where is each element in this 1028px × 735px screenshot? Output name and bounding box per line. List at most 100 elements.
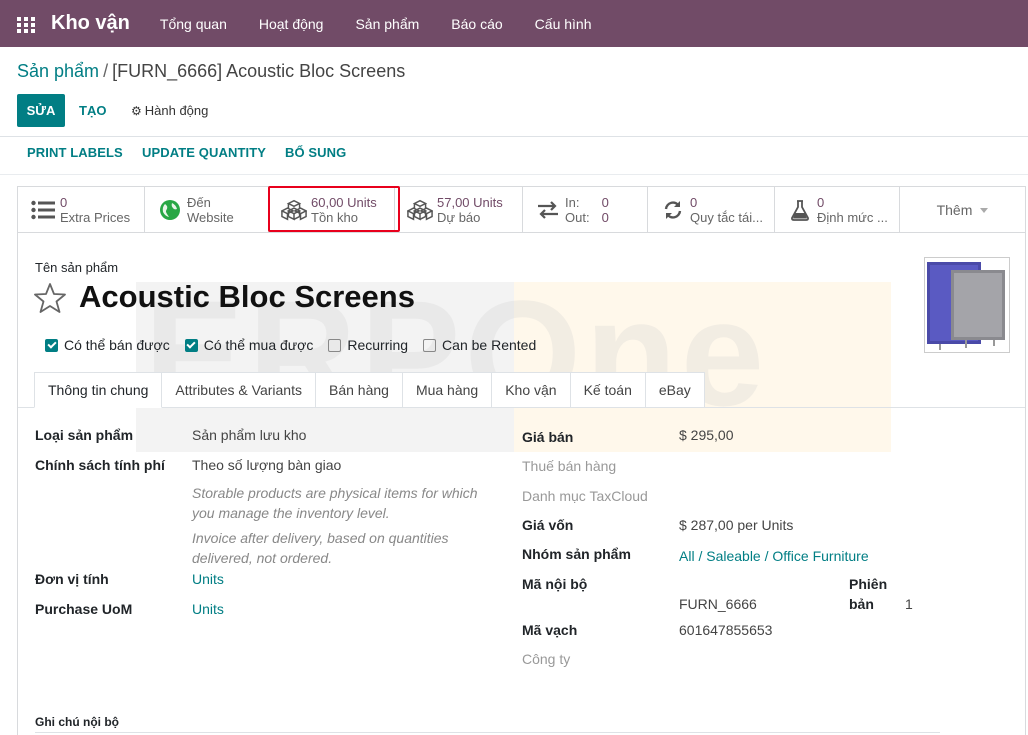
in-count: 0 (601, 195, 609, 210)
version-value[interactable]: 1 (905, 596, 913, 612)
more-button[interactable]: Thêm (900, 187, 1025, 233)
company-label: Công ty (522, 651, 571, 667)
form-sheet: 0 Extra Prices Đến Website 60,00 Units Tồn … (17, 186, 1026, 735)
version-label-line2: bản (849, 596, 874, 612)
checkbox-checked-icon (184, 338, 198, 352)
purchase-uom-value[interactable]: Units (192, 601, 224, 617)
menu-operations[interactable]: Hoạt động (243, 16, 340, 32)
flask-icon (787, 197, 813, 223)
product-category-label: Nhóm sản phẩm (522, 546, 631, 562)
go-to-website-button[interactable]: Đến Website (145, 187, 269, 233)
top-navbar: Kho vận Tổng quan Hoạt động Sản phẩm Báo… (0, 0, 1028, 47)
menu-overview[interactable]: Tổng quan (144, 16, 243, 32)
uom-value[interactable]: Units (192, 571, 224, 587)
reordering-rules-count: 0 (690, 195, 698, 210)
product-type-label: Loại sản phẩm (35, 427, 134, 443)
sale-price-label: Giá bán (522, 429, 574, 445)
storable-help-text: Storable products are physical items for… (192, 485, 478, 521)
tab-accounting[interactable]: Kế toán (570, 372, 646, 408)
edit-button[interactable]: SỬA (17, 94, 65, 127)
out-count: 0 (601, 210, 609, 225)
extra-prices-button[interactable]: 0 Extra Prices (18, 187, 145, 233)
update-quantity-button[interactable]: UPDATE QUANTITY (142, 145, 266, 165)
out-label: Out: (565, 210, 590, 225)
in-label: In: (565, 195, 580, 210)
tab-attributes-variants[interactable]: Attributes & Variants (162, 372, 316, 408)
product-type-value[interactable]: Sản phẩm lưu kho (192, 427, 306, 443)
tab-general-information[interactable]: Thông tin chung (34, 372, 163, 408)
tab-purchase[interactable]: Mua hàng (402, 372, 493, 408)
forecasted-button[interactable]: 57,00 Units Dự báo (395, 187, 523, 233)
cubes-icon (407, 197, 433, 223)
product-image[interactable] (924, 257, 1010, 353)
more-label: Thêm (936, 202, 973, 218)
internal-notes-label: Ghi chú nội bộ (35, 715, 119, 729)
extra-prices-count: 0 (60, 195, 68, 210)
reordering-rules-button[interactable]: 0 Quy tắc tái... (648, 187, 775, 233)
internal-notes-field[interactable] (35, 732, 940, 733)
in-out-button[interactable]: In: 0 Out: 0 (523, 187, 648, 233)
on-hand-quantity: 60,00 Units (311, 195, 377, 210)
internal-reference-label: Mã nội bộ (522, 576, 588, 592)
cost-label: Giá vốn (522, 517, 574, 533)
website-goto-text: Đến (187, 195, 211, 210)
action-dropdown-button[interactable]: ⚙ Hành động (131, 94, 208, 127)
menu-configuration[interactable]: Cấu hình (519, 16, 608, 32)
cost-unit: per Units (737, 517, 794, 533)
barcode-label: Mã vạch (522, 622, 578, 638)
create-button[interactable]: TẠO (71, 94, 114, 127)
website-label: Website (187, 210, 234, 225)
app-brand[interactable]: Kho vận (51, 12, 130, 35)
bill-of-materials-button[interactable]: 0 Định mức ... (775, 187, 900, 233)
cubes-icon (281, 197, 307, 223)
refresh-icon (660, 197, 686, 223)
purchase-uom-label: Purchase UoM (35, 601, 133, 617)
tab-sales[interactable]: Bán hàng (315, 372, 403, 408)
product-category-value[interactable]: All / Saleable / Office Furniture (679, 548, 869, 564)
breadcrumb: Sản phẩm / [FURN_6666] Acoustic Bloc Scree… (17, 61, 405, 82)
tab-ebay[interactable]: eBay (645, 372, 705, 408)
bom-count: 0 (817, 195, 825, 210)
tab-inventory[interactable]: Kho vận (492, 372, 571, 408)
replenish-button[interactable]: BỔ SUNG (285, 145, 346, 165)
star-icon[interactable] (34, 282, 66, 314)
cost-value[interactable]: $ 287,00 per Units (679, 517, 793, 533)
breadcrumb-current: [FURN_6666] Acoustic Bloc Screens (112, 61, 406, 81)
invoice-help-text: Invoice after delivery, based on quantit… (192, 530, 449, 566)
sales-tax-label: Thuế bán hàng (522, 458, 617, 474)
menu-reporting[interactable]: Báo cáo (435, 16, 518, 32)
apps-grid-icon[interactable] (17, 16, 35, 33)
invoice-policy-value[interactable]: Theo số lượng bàn giao (192, 457, 341, 473)
smart-button-box: 0 Extra Prices Đến Website 60,00 Units Tồn … (18, 186, 1025, 233)
can-be-rented-checkbox[interactable]: Can be Rented (423, 337, 536, 353)
breadcrumb-products-link[interactable]: Sản phẩm (17, 61, 99, 81)
forecasted-label: Dự báo (437, 210, 481, 225)
uom-label: Đơn vị tính (35, 571, 109, 587)
checkbox-unchecked-icon (423, 338, 437, 352)
product-options: Có thể bán được Có thể mua được Recurrin… (45, 337, 551, 353)
version-label-line1: Phiên (849, 576, 888, 592)
barcode-value[interactable]: 601647855653 (679, 622, 772, 638)
product-name[interactable]: Acoustic Bloc Screens (79, 279, 415, 315)
list-icon (30, 197, 56, 223)
header-divider (0, 174, 1028, 175)
caret-down-icon (980, 207, 989, 213)
print-labels-button[interactable]: PRINT LABELS (27, 145, 123, 165)
recurring-checkbox[interactable]: Recurring (328, 337, 408, 353)
notebook-tabs: Thông tin chung Attributes & Variants Bá… (34, 372, 705, 408)
invoice-policy-label: Chính sách tính phí (35, 457, 165, 473)
can-be-sold-checkbox[interactable]: Có thể bán được (45, 337, 170, 353)
can-be-purchased-checkbox[interactable]: Có thể mua được (184, 337, 313, 353)
menu-products[interactable]: Sản phẩm (339, 16, 435, 32)
checkbox-checked-icon (45, 338, 58, 352)
exchange-icon (535, 197, 561, 223)
internal-reference-value[interactable]: FURN_6666 (679, 596, 757, 612)
action-label: Hành động (144, 103, 209, 118)
taxcloud-category-label: Danh mục TaxCloud (522, 488, 648, 504)
product-name-label: Tên sản phẩm (35, 260, 119, 275)
reordering-rules-label: Quy tắc tái... (690, 210, 763, 225)
sale-price-value[interactable]: $ 295,00 (679, 427, 734, 443)
extra-prices-label: Extra Prices (60, 210, 131, 225)
bom-label: Định mức ... (817, 210, 888, 225)
on-hand-button[interactable]: 60,00 Units Tồn kho (268, 186, 400, 233)
